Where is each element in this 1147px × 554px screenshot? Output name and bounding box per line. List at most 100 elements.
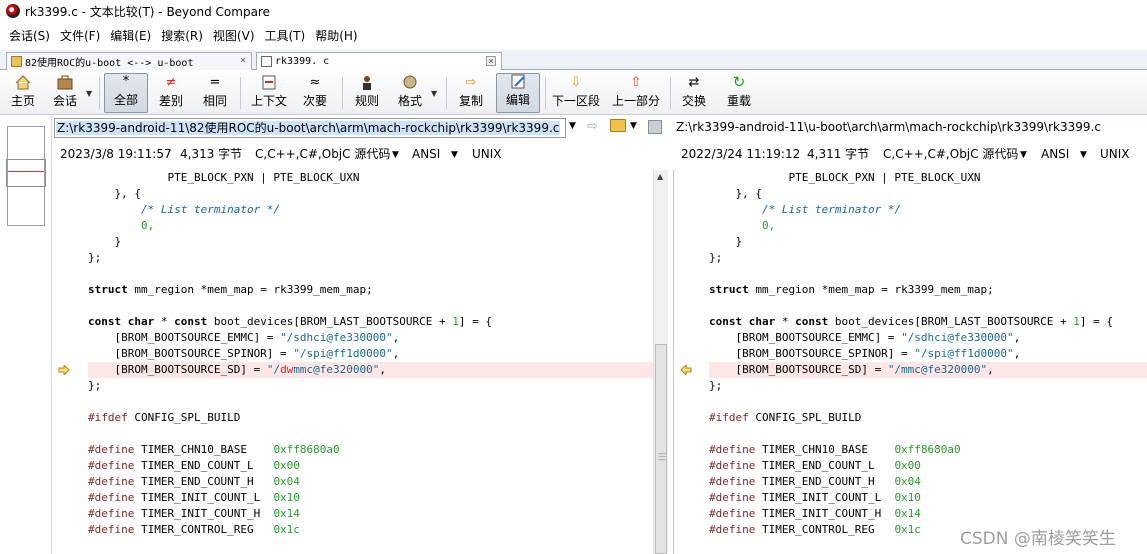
- right-file-info: 2022/3/24 11:19:12 4,311 字节 C,C++,C#,Obj…: [681, 145, 1147, 165]
- context-button[interactable]: 上下文: [249, 73, 289, 113]
- menu-view[interactable]: 视图(V): [208, 27, 260, 44]
- vertical-scrollbar[interactable]: ▲ — — —: [653, 170, 668, 554]
- code-line: [BROM_BOOTSOURCE_SPINOR] = "/spi@ff1d000…: [88, 347, 400, 360]
- next-section-button[interactable]: ⇩ 下一区段: [550, 73, 602, 113]
- chevron-down-icon[interactable]: ▼: [1020, 146, 1027, 164]
- code-line: const char * const boot_devices[BROM_LAS…: [88, 315, 493, 328]
- code-line: #ifdef CONFIG_SPL_BUILD: [709, 411, 862, 424]
- code-line: [BROM_BOOTSOURCE_SPINOR] = "/spi@ff1d000…: [709, 347, 1021, 360]
- right-path-input[interactable]: Z:\rk3399-android-11\u-boot\arch\arm\mac…: [674, 118, 1147, 138]
- reload-button[interactable]: ↻ 重载: [724, 73, 754, 113]
- overview-map[interactable]: [6, 126, 46, 226]
- right-gutter: [673, 170, 709, 554]
- left-encoding[interactable]: ANSI: [412, 145, 440, 163]
- not-equal-icon: ≠: [165, 74, 177, 90]
- rules-button[interactable]: 规则: [352, 73, 382, 113]
- left-date: 2023/3/8 19:11:57: [60, 147, 172, 161]
- chevron-down-icon[interactable]: ▼: [1080, 146, 1087, 164]
- tab-label: 82使用ROC的u-boot <--> u-boot: [25, 58, 194, 69]
- copy-button[interactable]: ⇨ 复制: [456, 73, 486, 113]
- reload-icon: ↻: [732, 73, 746, 91]
- tab-label: rk3399. c: [275, 56, 330, 67]
- scroll-up-icon[interactable]: ▲: [657, 172, 663, 181]
- close-icon[interactable]: ×: [240, 55, 246, 66]
- code-line: #define TIMER_INIT_COUNT_H 0x14: [88, 507, 300, 520]
- chevron-down-icon[interactable]: ▼: [630, 121, 637, 131]
- diff-line: [BROM_BOOTSOURCE_SD] = "/mmc@fe320000",: [709, 362, 1147, 378]
- window-title: rk3399.c - 文本比较(T) - Beyond Compare: [25, 4, 270, 19]
- right-language[interactable]: C,C++,C#,ObjC 源代码: [883, 145, 1018, 163]
- code-line: #define TIMER_CHN10_BASE 0xff8680a0: [709, 443, 961, 456]
- diff-arrow-icon: [680, 365, 692, 375]
- watermark: CSDN @南棱笑笑生: [960, 529, 1116, 549]
- title-bar: rk3399.c - 文本比较(T) - Beyond Compare: [0, 0, 1147, 22]
- right-eol[interactable]: UNIX: [1100, 145, 1130, 163]
- code-line: };: [88, 251, 102, 264]
- right-size: 4,311 字节: [807, 147, 870, 161]
- code-line: PTE_BLOCK_PXN | PTE_BLOCK_UXN: [88, 171, 360, 184]
- chevron-down-icon[interactable]: ▼: [431, 89, 437, 98]
- menu-edit[interactable]: 编辑(E): [105, 27, 156, 44]
- edit-button[interactable]: 编辑: [496, 73, 540, 113]
- left-file-info: 2023/3/8 19:11:57 4,313 字节 C,C++,C#,ObjC…: [60, 145, 660, 165]
- left-size: 4,313 字节: [180, 147, 243, 161]
- menu-session[interactable]: 会话(S): [4, 27, 55, 44]
- equal-icon: =: [209, 74, 221, 90]
- asterisk-icon: *: [122, 74, 130, 89]
- tab-folder-compare[interactable]: 82使用ROC的u-boot <--> u-boot ×: [6, 52, 252, 70]
- app-icon: [6, 4, 20, 18]
- right-code-pane[interactable]: PTE_BLOCK_PXN | PTE_BLOCK_UXN }, { /* Li…: [709, 170, 1147, 554]
- format-button[interactable]: 格式: [395, 73, 425, 113]
- menu-search[interactable]: 搜索(R): [156, 27, 208, 44]
- code-line: }, {: [709, 187, 762, 200]
- code-line: /* List terminator */: [709, 203, 902, 216]
- arrow-right-icon: ⇨: [465, 74, 477, 90]
- right-date: 2022/3/24 11:19:12: [681, 147, 801, 161]
- swap-icon: ⇄: [688, 74, 700, 90]
- folder-icon: [11, 56, 22, 67]
- code-line: #define TIMER_CHN10_BASE 0xff8680a0: [88, 443, 340, 456]
- thumbnail-overview[interactable]: [0, 116, 52, 554]
- show-all-button[interactable]: * 全部: [104, 73, 148, 113]
- folder-icon[interactable]: [610, 119, 626, 132]
- session-button[interactable]: 会话: [50, 73, 80, 113]
- next-file-icon[interactable]: ⇨: [587, 119, 598, 134]
- code-line: const char * const boot_devices[BROM_LAS…: [709, 315, 1114, 328]
- prev-part-button[interactable]: ⇧ 上一部分: [610, 73, 662, 113]
- code-line: };: [88, 379, 102, 392]
- left-code-pane[interactable]: PTE_BLOCK_PXN | PTE_BLOCK_UXN }, { /* Li…: [88, 170, 653, 554]
- code-line: #define TIMER_CONTROL_REG 0x1c: [88, 523, 300, 536]
- swap-button[interactable]: ⇄ 交换: [679, 73, 709, 113]
- code-line: };: [709, 251, 723, 264]
- left-eol[interactable]: UNIX: [472, 145, 502, 163]
- code-line: };: [709, 379, 723, 392]
- menu-tools[interactable]: 工具(T): [260, 27, 311, 44]
- tab-text-compare[interactable]: rk3399. c ×: [256, 52, 502, 70]
- show-diffs-button[interactable]: ≠ 差别: [156, 73, 186, 113]
- code-line: #define TIMER_INIT_COUNT_L 0x10: [88, 491, 300, 504]
- left-path-input[interactable]: Z:\rk3399-android-11\82使用ROC的u-boot\arch…: [54, 118, 566, 138]
- chevron-down-icon[interactable]: ▼: [86, 89, 92, 98]
- arrow-up-icon: ⇧: [630, 74, 642, 90]
- code-line: #define TIMER_INIT_COUNT_L 0x10: [709, 491, 921, 504]
- save-icon[interactable]: [648, 120, 662, 134]
- chevron-down-icon[interactable]: ▼: [451, 146, 458, 164]
- right-encoding[interactable]: ANSI: [1041, 145, 1069, 163]
- left-language[interactable]: C,C++,C#,ObjC 源代码: [255, 145, 390, 163]
- context-icon: [260, 74, 278, 90]
- code-line: 0,: [88, 219, 155, 232]
- code-line: #ifdef CONFIG_SPL_BUILD: [88, 411, 241, 424]
- code-line: #define TIMER_END_COUNT_L 0x00: [88, 459, 300, 472]
- chevron-down-icon[interactable]: ▼: [392, 146, 399, 164]
- code-line: struct mm_region *mem_map = rk3399_mem_m…: [709, 283, 994, 296]
- close-icon[interactable]: ×: [486, 56, 496, 67]
- home-button[interactable]: 主页: [6, 73, 40, 113]
- chevron-down-icon[interactable]: ▼: [569, 121, 576, 131]
- viewport-indicator[interactable]: [6, 159, 46, 187]
- code-line: }: [88, 235, 122, 248]
- menu-help[interactable]: 帮助(H): [310, 27, 362, 44]
- menu-file[interactable]: 文件(F): [55, 27, 105, 44]
- show-same-button[interactable]: = 相同: [200, 73, 230, 113]
- minor-button[interactable]: ≈ 次要: [300, 73, 330, 113]
- code-line: /* List terminator */: [88, 203, 281, 216]
